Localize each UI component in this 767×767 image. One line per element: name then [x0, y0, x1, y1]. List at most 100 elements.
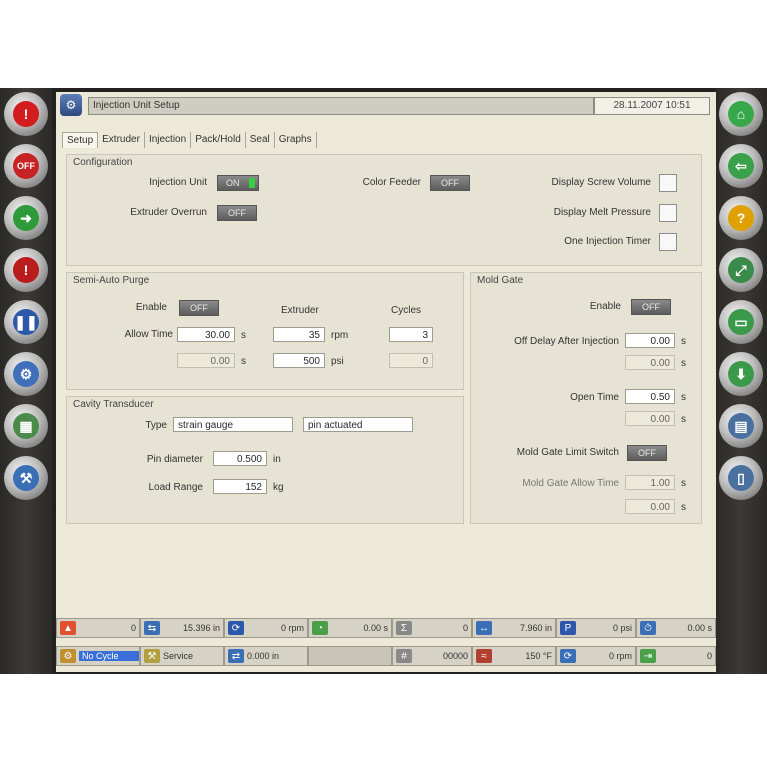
status-cell: ≈150 °F — [472, 646, 556, 666]
limit-switch-toggle[interactable]: OFF — [627, 445, 667, 461]
mold-gate-allow-time-input: 1.00 — [625, 475, 675, 490]
status-bar-bottom: ⚙ No Cycle ⚒ Service ⇄ 0.000 in #00000 ≈150… — [56, 646, 716, 666]
keyboard-icon[interactable]: ▭ — [719, 300, 763, 344]
allow-time-input[interactable]: 30.00 — [177, 327, 235, 342]
open-time-actual-unit: s — [681, 414, 686, 425]
mold-gate-allow-time-actual-readout: 0.00 — [625, 499, 675, 514]
stop-icon[interactable]: ! — [4, 248, 48, 292]
cabinet-icon[interactable]: ▤ — [719, 404, 763, 448]
temperature-icon: ▲ — [60, 621, 76, 635]
color-feeder-toggle[interactable]: OFF — [430, 175, 470, 191]
display-melt-pressure-checkbox[interactable] — [659, 204, 677, 222]
limit-switch-label: Mold Gate Limit Switch — [516, 447, 619, 458]
open-time-input[interactable]: 0.50 — [625, 389, 675, 404]
printer-icon[interactable]: ▦ — [4, 404, 48, 448]
extruder-psi-input[interactable]: 500 — [273, 353, 325, 368]
shot-counter-icon: # — [396, 649, 412, 663]
tab-setup[interactable]: Setup — [62, 132, 99, 148]
status-cell: ◔ 0.00 s — [308, 618, 392, 638]
tab-extruder[interactable]: Extruder — [98, 132, 145, 148]
cycle-icon: ⚙ — [60, 649, 76, 663]
download-icon[interactable]: ⬇ — [719, 352, 763, 396]
status-cell: #00000 — [392, 646, 472, 666]
extruder-rpm-input[interactable]: 35 — [273, 327, 325, 342]
status-cell: ⟳ 0 rpm — [556, 646, 636, 666]
timer-icon: ◔ — [312, 621, 328, 635]
login-icon[interactable]: ➜ — [4, 196, 48, 240]
off-delay-unit: s — [681, 336, 686, 347]
transducer-type-field[interactable]: strain gauge — [173, 417, 293, 432]
oil-temperature-icon: ≈ — [476, 649, 492, 663]
mold-gate-enable-toggle[interactable]: OFF — [631, 299, 671, 315]
cycles-column-label: Cycles — [391, 305, 422, 316]
status-cell: ⚒ Service — [140, 646, 224, 666]
semi-auto-purge-panel: Semi-Auto Purge Enable OFF Extruder Cycl… — [66, 272, 464, 390]
status-cell: ⚙ No Cycle — [56, 646, 140, 666]
screw-position-icon: ⇆ — [144, 621, 160, 635]
status-cell: ⇥ 0 — [636, 646, 716, 666]
device-icon[interactable]: ▯ — [719, 456, 763, 500]
extruder-column-label: Extruder — [281, 305, 319, 316]
led-icon — [249, 178, 255, 188]
off-delay-input[interactable]: 0.00 — [625, 333, 675, 348]
service-icon: ⚒ — [144, 649, 160, 663]
open-time-label: Open Time — [570, 392, 619, 403]
status-cell: ⇄ 0.000 in — [224, 646, 308, 666]
configuration-panel: Configuration Injection Unit ON Extruder… — [66, 154, 702, 266]
main-screen: ⚙ Injection Unit Setup 28.11.2007 10:51 … — [56, 92, 716, 672]
left-toolbar: ! OFF ➜ ! ❚❚ ⚙ ▦ ⚒ — [0, 88, 52, 674]
status-cell: ↔ 7.960 in — [472, 618, 556, 638]
mold-position-icon: ⇄ — [228, 649, 244, 663]
panel-title: Mold Gate — [477, 275, 524, 286]
off-delay-actual-readout: 0.00 — [625, 355, 675, 370]
resize-icon[interactable]: ⤢ — [719, 248, 763, 292]
pin-diameter-input[interactable]: 0.500 — [213, 451, 267, 466]
tab-seal[interactable]: Seal — [246, 132, 275, 148]
open-time-unit: s — [681, 392, 686, 403]
home-icon[interactable]: ⌂ — [719, 92, 763, 136]
help-icon[interactable]: ? — [719, 196, 763, 240]
actual-time-readout: 0.00 — [177, 353, 235, 368]
pin-diameter-label: Pin diameter — [146, 454, 203, 465]
status-cell: ⏱ 0.00 s — [636, 618, 716, 638]
machine-frame: ! OFF ➜ ! ❚❚ ⚙ ▦ ⚒ ⌂ ⇦ ? ⤢ ▭ ⬇ ▤ ▯ ⚙ Inj… — [0, 88, 767, 674]
mold-gate-allow-time-actual-unit: s — [681, 502, 686, 513]
pressure-icon: P — [560, 621, 576, 635]
pump-icon: ⟳ — [560, 649, 576, 663]
injection-unit-icon[interactable]: ⚙ — [4, 352, 48, 396]
cycles-actual-readout: 0 — [389, 353, 433, 368]
status-cell — [308, 646, 392, 666]
status-cell: ⇆ 15.396 in — [140, 618, 224, 638]
rpm-icon: ⟳ — [228, 621, 244, 635]
cycle-time-icon: ⏱ — [640, 621, 656, 635]
load-range-unit: kg — [273, 482, 284, 493]
extruder-overrun-toggle[interactable]: OFF — [217, 205, 257, 221]
off-delay-actual-unit: s — [681, 358, 686, 369]
load-range-input[interactable]: 152 — [213, 479, 267, 494]
injection-unit-toggle[interactable]: ON — [217, 175, 259, 191]
cycles-input[interactable]: 3 — [389, 327, 433, 342]
ejector-icon: ⇥ — [640, 649, 656, 663]
tool-icon[interactable]: ⚒ — [4, 456, 48, 500]
mold-gate-panel: Mold Gate Enable OFF Off Delay After Inj… — [470, 272, 702, 524]
display-screw-volume-checkbox[interactable] — [659, 174, 677, 192]
panel-title: Semi-Auto Purge — [73, 275, 150, 286]
status-cell: Σ0 — [392, 618, 472, 638]
open-time-actual-readout: 0.00 — [625, 411, 675, 426]
mold-gate-allow-time-unit: s — [681, 478, 686, 489]
tab-graphs[interactable]: Graphs — [275, 132, 317, 148]
tab-injection[interactable]: Injection — [145, 132, 192, 148]
cavity-transducer-panel: Cavity Transducer Type strain gauge pin … — [66, 396, 464, 524]
transducer-actuation-field[interactable]: pin actuated — [303, 417, 413, 432]
motor-off-icon[interactable]: OFF — [4, 144, 48, 188]
color-feeder-label: Color Feeder — [362, 177, 421, 188]
exit-icon[interactable]: ⇦ — [719, 144, 763, 188]
pause-icon[interactable]: ❚❚ — [4, 300, 48, 344]
one-injection-timer-checkbox[interactable] — [659, 233, 677, 251]
alarm-icon[interactable]: ! — [4, 92, 48, 136]
display-screw-volume-label: Display Screw Volume — [551, 177, 651, 188]
tab-bar: Setup Extruder Injection Pack/Hold Seal … — [62, 132, 317, 148]
tab-pack-hold[interactable]: Pack/Hold — [191, 132, 246, 148]
purge-enable-toggle[interactable]: OFF — [179, 300, 219, 316]
status-cell: ▲ 0 — [56, 618, 140, 638]
